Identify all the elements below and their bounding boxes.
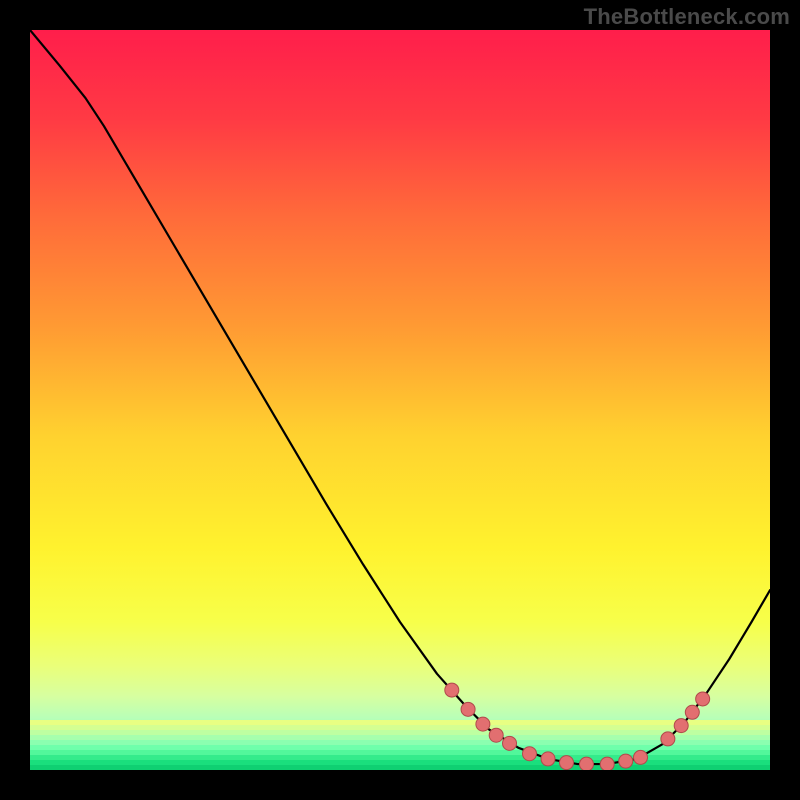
- trough-marker: [674, 719, 688, 733]
- trough-marker: [685, 705, 699, 719]
- trough-marker: [476, 717, 490, 731]
- trough-marker: [579, 757, 593, 770]
- curve-layer: [30, 30, 770, 770]
- trough-marker: [661, 732, 675, 746]
- trough-marker: [489, 728, 503, 742]
- black-curve: [30, 30, 770, 764]
- trough-marker: [445, 683, 459, 697]
- trough-marker: [541, 752, 555, 766]
- watermark-text: TheBottleneck.com: [584, 4, 790, 30]
- trough-marker: [560, 756, 574, 770]
- plot-area: [30, 30, 770, 770]
- trough-marker: [696, 692, 710, 706]
- trough-marker: [619, 754, 633, 768]
- trough-marker: [600, 757, 614, 770]
- trough-marker: [461, 702, 475, 716]
- trough-marker: [523, 747, 537, 761]
- trough-marker: [503, 736, 517, 750]
- chart-frame: TheBottleneck.com: [0, 0, 800, 800]
- trough-marker: [634, 750, 648, 764]
